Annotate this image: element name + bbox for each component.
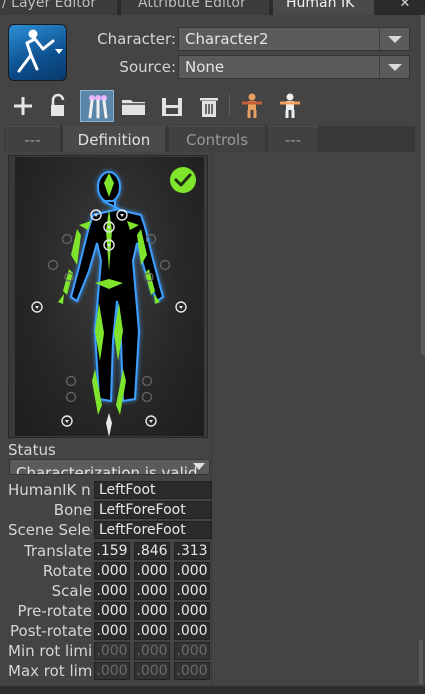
max-rot-limit-label: Max rot lim — [8, 662, 92, 680]
humanik-logo-button[interactable] — [8, 24, 67, 81]
translate-x-field[interactable]: .159 — [94, 542, 130, 560]
translate-z-field[interactable]: .313 — [174, 542, 210, 560]
max-rot-z-field[interactable]: .000 — [174, 662, 210, 680]
tab-layer-editor[interactable]: / Layer Editor — [0, 0, 117, 15]
tab-attribute-editor[interactable]: Attribute Editor — [121, 0, 269, 15]
chevron-down-icon — [193, 463, 205, 470]
tpose-icon — [280, 93, 300, 118]
humanik-name-label: HumanIK n — [8, 481, 91, 499]
skeleton-icon — [242, 93, 262, 118]
source-dropdown[interactable]: None — [178, 55, 410, 79]
min-rot-limit-label: Min rot limi — [8, 642, 92, 660]
trash-icon — [200, 98, 218, 117]
scale-z-field[interactable]: .000 — [174, 582, 210, 600]
open-template-button[interactable] — [119, 90, 149, 122]
chevron-down-icon — [379, 28, 409, 50]
tab-controls[interactable]: Controls — [169, 126, 265, 152]
delete-character-button[interactable] — [194, 90, 224, 122]
tab-attribute-editor-label: Attribute Editor — [138, 0, 246, 11]
pre-rotate-y-field[interactable]: .000 — [134, 602, 170, 620]
tab-human-ik-label: Human IK — [286, 0, 355, 11]
rotate-label: Rotate — [42, 562, 92, 580]
character-figure — [31, 167, 196, 437]
humanik-logo-icon — [17, 29, 63, 73]
tpose-button[interactable] — [275, 90, 305, 122]
status-label: Status — [8, 441, 56, 459]
toolbar-separator — [229, 94, 230, 116]
source-label: Source: — [119, 58, 176, 76]
chevron-down-icon — [379, 56, 409, 78]
tab-skeleton[interactable]: --- — [5, 126, 60, 152]
translate-y-field[interactable]: .846 — [134, 542, 170, 560]
close-panel-icon[interactable]: ✕ — [393, 0, 417, 15]
scrollbar[interactable] — [421, 15, 425, 355]
scene-selected-label: Scene Selec — [8, 521, 92, 539]
post-rotate-z-field[interactable]: .000 — [174, 622, 210, 640]
min-rot-x-field[interactable]: .000 — [94, 642, 130, 660]
save-template-button[interactable] — [157, 90, 187, 122]
tab-human-ik[interactable]: Human IK — [273, 0, 374, 15]
character-figure-view[interactable] — [15, 157, 204, 437]
max-rot-y-field[interactable]: .000 — [134, 662, 170, 680]
scene-selected-field[interactable]: LeftForeFoot — [94, 521, 212, 539]
plus-icon — [14, 97, 32, 115]
lock-definition-button[interactable] — [43, 90, 73, 122]
min-rot-y-field[interactable]: .000 — [134, 642, 170, 660]
min-rot-z-field[interactable]: .000 — [174, 642, 210, 660]
scrollbar-lower[interactable] — [419, 640, 423, 684]
max-rot-x-field[interactable]: .000 — [94, 662, 130, 680]
character-label: Character: — [97, 30, 176, 48]
status-value: Characterization is valid — [16, 464, 198, 475]
pre-rotate-z-field[interactable]: .000 — [174, 602, 210, 620]
post-rotate-label: Post-rotate — [10, 622, 92, 640]
bone-label: Bone — [53, 501, 92, 519]
scale-label: Scale — [51, 582, 92, 600]
skeleton-definition-button[interactable] — [80, 90, 114, 122]
tab-custom-rig[interactable]: --- — [268, 126, 318, 152]
pre-rotate-x-field[interactable]: .000 — [94, 602, 130, 620]
rotate-z-field[interactable]: .000 — [174, 562, 210, 580]
bone-field[interactable]: LeftForeFoot — [94, 501, 212, 519]
tab-definition[interactable]: Definition — [63, 126, 165, 152]
tab-layer-editor-label: / Layer Editor — [2, 0, 97, 11]
selected-foot-marker[interactable] — [106, 413, 112, 437]
bones-icon — [88, 95, 108, 119]
scale-x-field[interactable]: .000 — [94, 582, 130, 600]
bottom-strip — [0, 686, 425, 694]
scale-y-field[interactable]: .000 — [134, 582, 170, 600]
pre-rotate-label: Pre-rotate — [17, 602, 92, 620]
empty-right-panel — [212, 155, 419, 685]
character-value: Character2 — [185, 30, 269, 48]
create-character-button[interactable] — [8, 90, 38, 122]
character-dropdown[interactable]: Character2 — [178, 27, 410, 51]
save-icon — [162, 98, 182, 116]
translate-label: Translate — [23, 542, 92, 560]
rotate-x-field[interactable]: .000 — [94, 562, 130, 580]
source-value: None — [185, 58, 225, 76]
post-rotate-y-field[interactable]: .000 — [134, 622, 170, 640]
folder-icon — [122, 100, 145, 115]
post-rotate-x-field[interactable]: .000 — [94, 622, 130, 640]
check-circle-icon — [170, 167, 196, 193]
rotate-y-field[interactable]: .000 — [134, 562, 170, 580]
lock-icon — [51, 93, 65, 116]
humanik-name-field[interactable]: LeftFoot — [94, 481, 212, 499]
skeleton-button[interactable] — [237, 90, 267, 122]
status-dropdown[interactable]: Characterization is valid — [9, 459, 210, 475]
